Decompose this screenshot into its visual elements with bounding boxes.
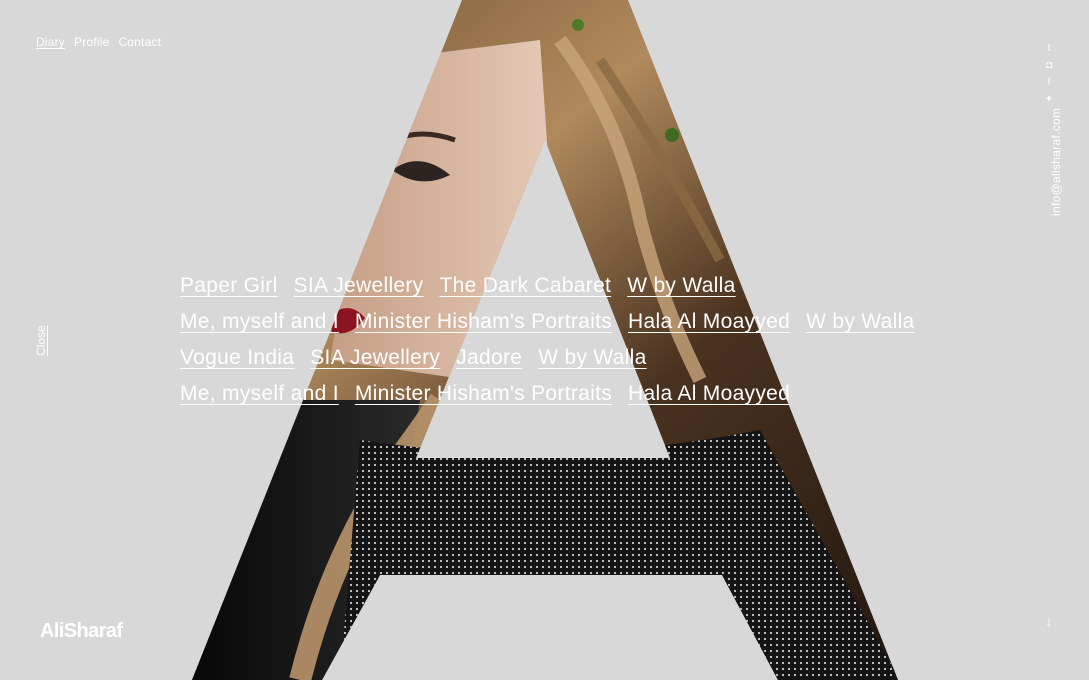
projects-row: Vogue India SIA Jewellery Jadore W by Wa…: [180, 340, 940, 376]
project-link[interactable]: Me, myself and I: [180, 382, 339, 406]
project-link[interactable]: The Dark Cabaret: [439, 274, 611, 298]
project-link[interactable]: Hala Al Moayyed: [628, 382, 790, 406]
project-link[interactable]: Jadore: [456, 346, 522, 370]
project-link[interactable]: SIA Jewellery: [294, 274, 424, 298]
project-link[interactable]: Minister Hisham's Portraits: [355, 310, 612, 334]
social-links: t ◘ f ✦: [1043, 42, 1055, 106]
tumblr-icon[interactable]: t: [1043, 42, 1055, 55]
site-logo[interactable]: AliSharaf: [40, 620, 123, 643]
projects-row: Me, myself and I Minister Hisham's Portr…: [180, 376, 940, 412]
twitter-icon[interactable]: ✦: [1043, 93, 1055, 106]
scroll-down-arrow-icon[interactable]: ↓: [1043, 613, 1055, 631]
nav-diary-link[interactable]: Diary: [36, 35, 65, 49]
project-link[interactable]: Minister Hisham's Portraits: [355, 382, 612, 406]
project-link[interactable]: W by Walla: [538, 346, 646, 370]
email-link[interactable]: info@alisharaf.com: [1049, 108, 1063, 216]
close-link[interactable]: Close: [34, 325, 48, 356]
project-link[interactable]: Hala Al Moayyed: [628, 310, 790, 334]
facebook-icon[interactable]: f: [1043, 76, 1055, 89]
projects-row: Me, myself and I Minister Hisham's Portr…: [180, 304, 940, 340]
project-link[interactable]: W by Walla: [806, 310, 914, 334]
projects-list: Paper Girl SIA Jewellery The Dark Cabare…: [180, 268, 940, 412]
page-stage: Diary Profile Contact t ◘ f ✦ info@alish…: [0, 0, 1089, 680]
project-link[interactable]: SIA Jewellery: [310, 346, 440, 370]
nav-contact-link[interactable]: Contact: [118, 35, 161, 49]
nav-profile-link[interactable]: Profile: [74, 35, 109, 49]
project-link[interactable]: Me, myself and I: [180, 310, 339, 334]
top-nav: Diary Profile Contact: [36, 35, 161, 49]
project-link[interactable]: Vogue India: [180, 346, 294, 370]
project-link[interactable]: Paper Girl: [180, 274, 278, 298]
instagram-icon[interactable]: ◘: [1043, 59, 1055, 72]
project-link[interactable]: W by Walla: [627, 274, 735, 298]
projects-row: Paper Girl SIA Jewellery The Dark Cabare…: [180, 268, 940, 304]
